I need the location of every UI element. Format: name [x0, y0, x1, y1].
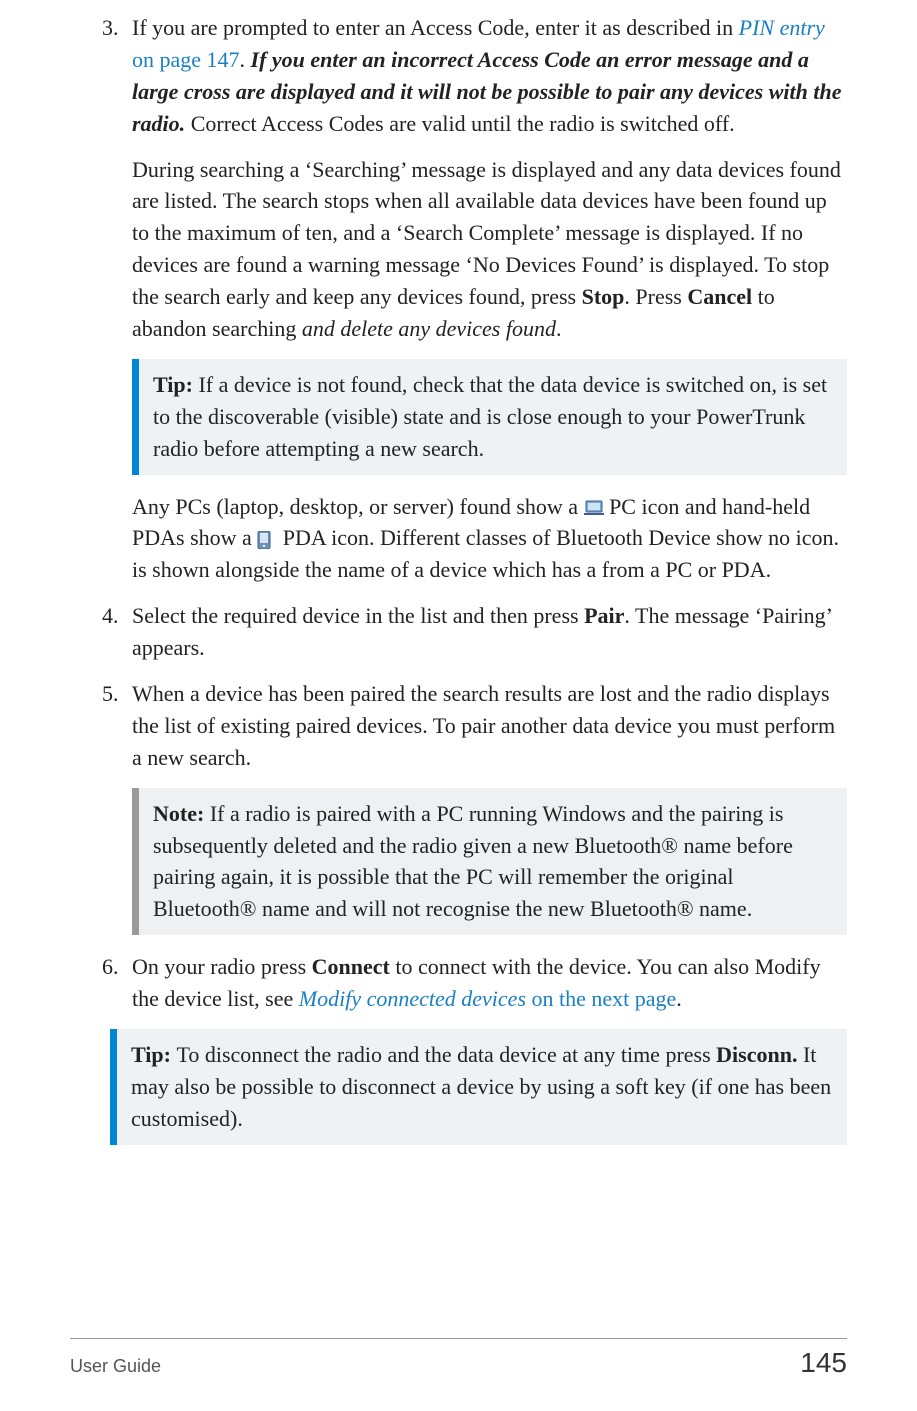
tip-callout-disconnect: Tip: To disconnect the radio and the dat… [110, 1029, 847, 1145]
text: . [556, 316, 562, 341]
text: . [676, 986, 682, 1011]
pair-key-label: Pair [584, 603, 624, 628]
step-4: 4. Select the required device in the lis… [70, 600, 847, 664]
italic-text: and delete any devices found [302, 316, 556, 341]
cancel-key-label: Cancel [687, 284, 752, 309]
text: Select the required device in the list a… [132, 603, 584, 628]
text: If you are prompted to enter an Access C… [132, 15, 739, 40]
link-page-ref: on the next page [526, 986, 676, 1011]
connect-key-label: Connect [312, 954, 390, 979]
note-label: Note: [153, 801, 210, 826]
note-callout: Note: If a radio is paired with a PC run… [132, 788, 847, 936]
link-modify-connected-devices[interactable]: Modify connected devices on the next pag… [299, 986, 677, 1011]
tip-callout: Tip: If a device is not found, check tha… [132, 359, 847, 475]
text: To disconnect the radio and the data dev… [176, 1042, 716, 1067]
step-number: 5. [102, 678, 119, 710]
pc-icon [584, 500, 604, 516]
step-6: 6. On your radio press Connect to connec… [70, 951, 847, 1015]
step-number: 6. [102, 951, 119, 983]
tip-label: Tip: [153, 372, 198, 397]
step-3: 3. If you are prompted to enter an Acces… [70, 12, 847, 586]
page-footer: User Guide 145 [70, 1338, 847, 1379]
link-text: PIN entry [739, 15, 825, 40]
stop-key-label: Stop [582, 284, 625, 309]
step-number: 4. [102, 600, 119, 632]
disconn-key-label: Disconn. [716, 1042, 797, 1067]
text: . [240, 47, 251, 72]
step-3-para-2: During searching a ‘Searching’ message i… [132, 154, 847, 345]
step-3-para-1: If you are prompted to enter an Access C… [132, 12, 847, 140]
text: Any PCs (laptop, desktop, or server) fou… [132, 494, 584, 519]
tip-body: If a device is not found, check that the… [153, 372, 827, 461]
tip-label: Tip: [131, 1042, 176, 1067]
text: Correct Access Codes are valid until the… [185, 111, 734, 136]
step-5-para: When a device has been paired the search… [132, 678, 847, 774]
text: On your radio press [132, 954, 312, 979]
step-6-para: On your radio press Connect to connect w… [132, 951, 847, 1015]
step-3-para-3: Any PCs (laptop, desktop, or server) fou… [132, 491, 847, 587]
step-number: 3. [102, 12, 119, 44]
step-4-para: Select the required device in the list a… [132, 600, 847, 664]
footer-page-number: 145 [800, 1347, 847, 1379]
footer-guide-label: User Guide [70, 1356, 161, 1377]
text: . Press [624, 284, 687, 309]
step-5: 5. When a device has been paired the sea… [70, 678, 847, 935]
pda-icon [257, 531, 277, 547]
link-page-ref: on page 147 [132, 47, 240, 72]
note-body: If a radio is paired with a PC running W… [153, 801, 793, 922]
link-text: Modify connected devices [299, 986, 526, 1011]
